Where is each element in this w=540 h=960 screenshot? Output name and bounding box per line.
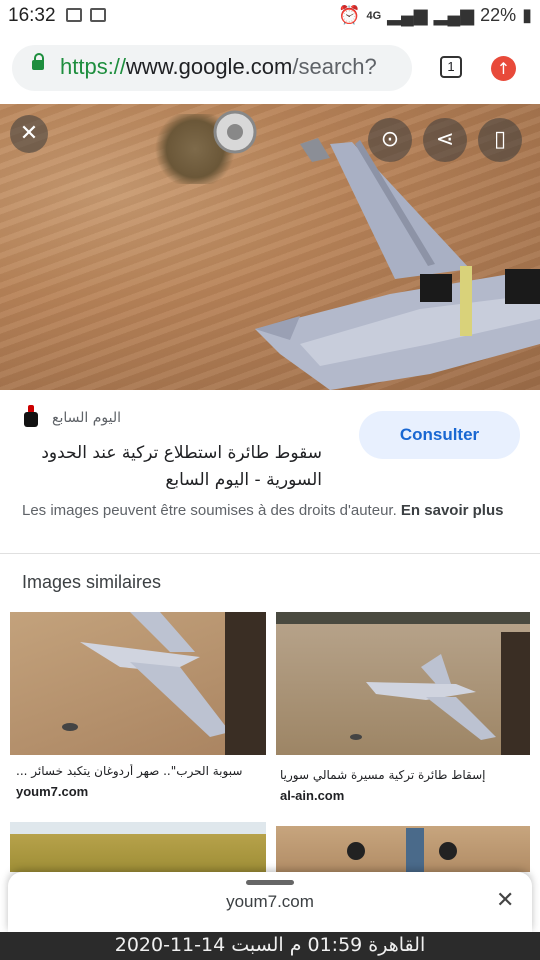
copyright-text: Les images peuvent être soumises à des d…	[22, 502, 397, 519]
screenshot-icon	[90, 8, 106, 22]
close-icon: ✕	[19, 121, 39, 146]
close-viewer-button[interactable]: ✕	[10, 115, 48, 153]
timestamp-text: القاهرة 01:59 م السبت 14-11-2020	[114, 934, 426, 956]
lens-icon: ⊙	[380, 127, 400, 152]
network-label: 4G	[366, 9, 382, 22]
close-icon: ✕	[496, 888, 515, 913]
browser-toolbar: https://www.google.com/search? 1 ↑	[0, 34, 540, 104]
preview-image[interactable]: ✕ ⊙ ⋖ ▯	[0, 104, 540, 390]
drone-thumbnail-2	[350, 632, 530, 755]
share-icon: ⋖	[435, 127, 455, 152]
similar-images-heading: Images similaires	[22, 572, 162, 592]
bookmark-icon: ▯	[493, 127, 507, 152]
lens-button[interactable]: ⊙	[368, 118, 412, 162]
sheet-close-button[interactable]: ✕	[496, 888, 514, 913]
drone-thumbnail	[62, 612, 266, 755]
url-scheme: https://	[60, 54, 127, 79]
url-host: www.google.com	[126, 54, 293, 79]
timestamp-overlay: القاهرة 01:59 م السبت 14-11-2020	[0, 932, 540, 960]
similar-image-1[interactable]	[10, 612, 266, 755]
similar-caption-1[interactable]: سبوبة الحرب".. صهر أردوغان يتكبد خسائر .…	[16, 764, 262, 778]
tab-switcher-button[interactable]: 1	[440, 56, 462, 78]
sheet-domain: youm7.com	[226, 892, 314, 911]
share-button[interactable]: ⋖	[423, 118, 467, 162]
divider	[0, 553, 540, 554]
similar-caption-2[interactable]: إسقاط طائرة تركية مسيرة شمالي سوريا	[280, 768, 526, 782]
source-favicon	[24, 405, 38, 427]
alarm-icon: ⏰	[338, 5, 361, 25]
copyright-notice: Les images peuvent être soumises à des d…	[22, 500, 522, 522]
similar-domain-1: youm7.com	[16, 784, 89, 799]
similar-image-2[interactable]	[276, 612, 530, 755]
signal-icon: ▂▄▆	[387, 5, 428, 25]
status-indicators: ⏰ 4G ▂▄▆ ▂▄▆ 22% ▮	[338, 5, 532, 26]
similar-image-3[interactable]	[10, 822, 266, 872]
address-bar[interactable]: https://www.google.com/search?	[12, 45, 412, 91]
similar-image-4[interactable]	[276, 826, 530, 872]
battery-level: 22%	[480, 5, 517, 25]
save-button[interactable]: ▯	[478, 118, 522, 162]
visit-button[interactable]: Consulter	[359, 411, 520, 459]
gallery-icon	[66, 8, 82, 22]
signal-icon-2: ▂▄▆	[433, 5, 475, 25]
figures-thumbnail	[347, 828, 457, 872]
similar-domain-2: al-ain.com	[280, 788, 345, 803]
learn-more-link[interactable]: En savoir plus	[401, 502, 504, 519]
update-button[interactable]: ↑	[491, 56, 516, 81]
status-time: 16:32	[8, 5, 56, 26]
image-title[interactable]: سقوط طائرة استطلاع تركية عند الحدود السو…	[22, 440, 322, 494]
url-text[interactable]: https://www.google.com/search?	[60, 54, 405, 80]
battery-icon: ▮	[522, 5, 532, 25]
status-bar: 16:32 ⏰ 4G ▂▄▆ ▂▄▆ 22% ▮	[0, 0, 540, 34]
url-path: /search?	[292, 54, 377, 79]
bottom-sheet[interactable]: youm7.com ✕	[8, 872, 532, 932]
lock-icon	[32, 53, 44, 70]
arrow-up-icon: ↑	[496, 59, 511, 78]
source-name: اليوم السابع	[52, 410, 121, 426]
drag-handle[interactable]	[246, 880, 294, 885]
